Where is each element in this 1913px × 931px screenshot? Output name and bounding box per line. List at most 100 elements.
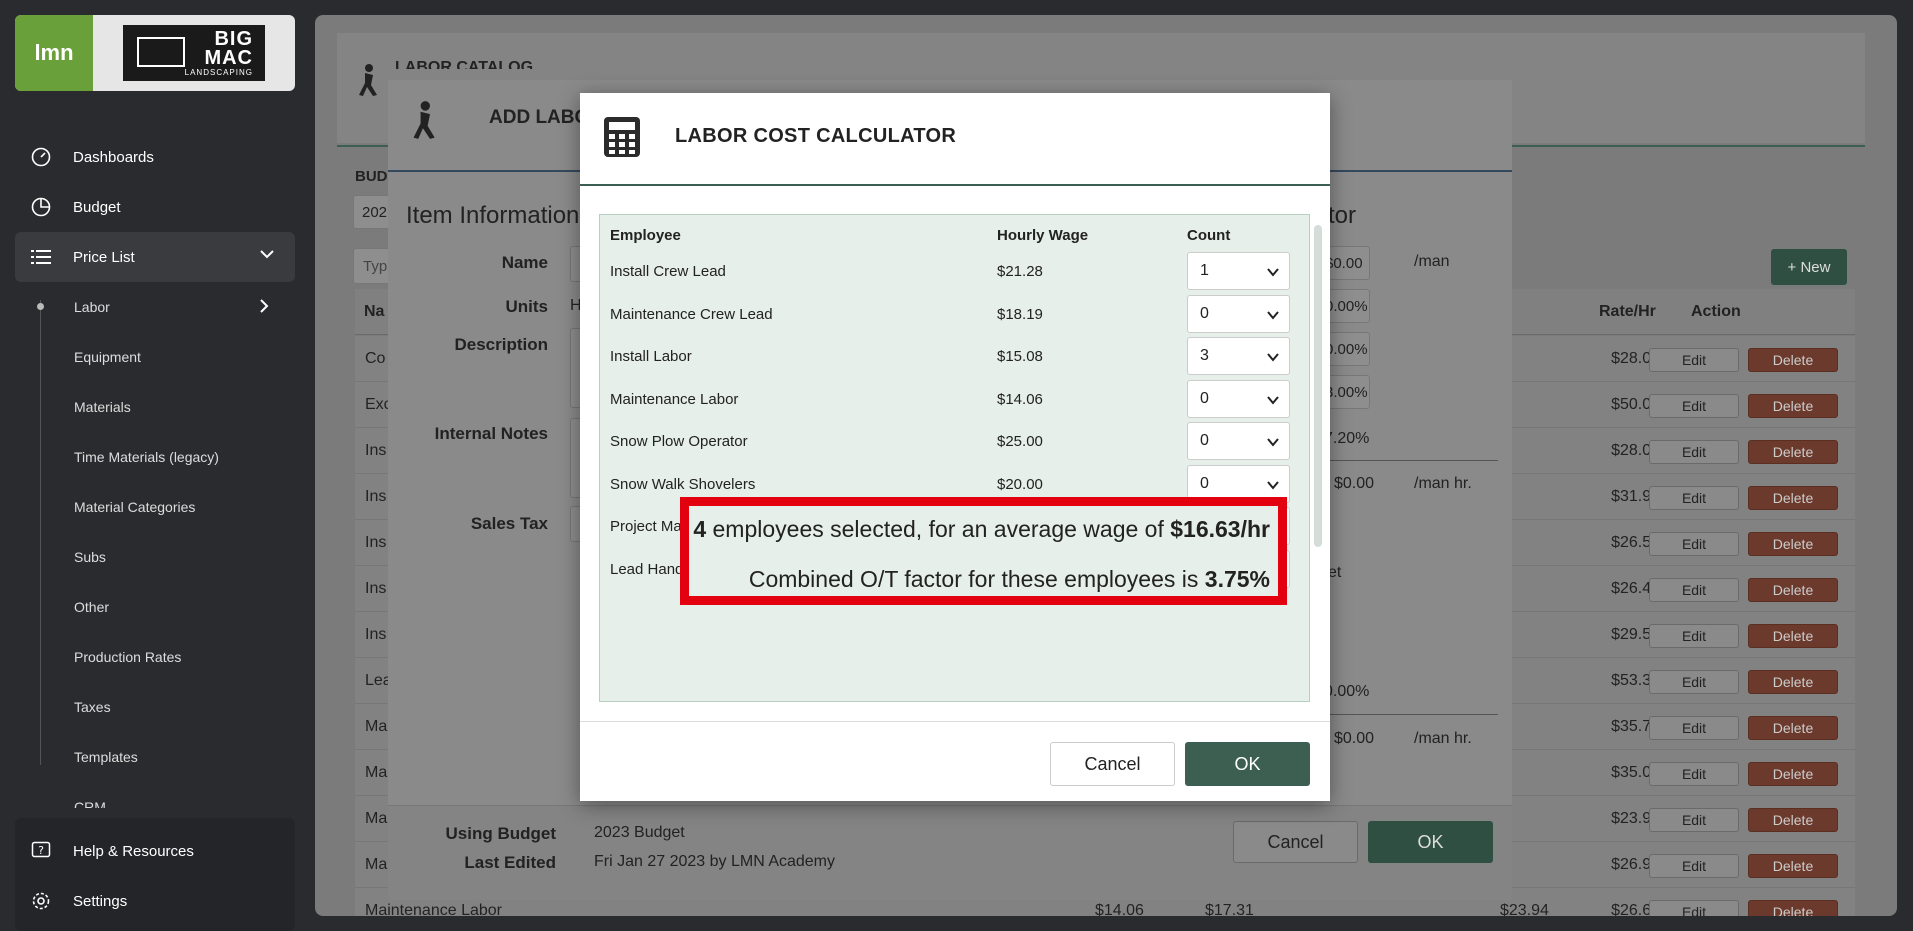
- delete-button[interactable]: Delete: [1748, 854, 1838, 878]
- row-rate: $53.33: [1611, 672, 1660, 689]
- scrollbar[interactable]: [1314, 225, 1322, 547]
- delete-button[interactable]: Delete: [1748, 348, 1838, 372]
- calculator-cancel-button[interactable]: Cancel: [1050, 742, 1175, 786]
- sidebar-item-help[interactable]: ? Help & Resources: [15, 826, 295, 876]
- logo-area[interactable]: lmn BIG MAC LANDSCAPING: [15, 15, 295, 91]
- delete-button[interactable]: Delete: [1748, 900, 1838, 916]
- employee-name: Maintenance Labor: [610, 390, 739, 408]
- chevron-down-icon: [1266, 308, 1280, 327]
- modal-footer: Using Budget 2023 Budget Last Edited Fri…: [388, 805, 1512, 900]
- employee-row: Install Labor $15.08 3: [600, 337, 1290, 379]
- edit-button[interactable]: Edit: [1649, 532, 1739, 556]
- edit-button[interactable]: Edit: [1649, 486, 1739, 510]
- edit-button[interactable]: Edit: [1649, 348, 1739, 372]
- calculator-ok-button[interactable]: OK: [1185, 742, 1310, 786]
- count-select[interactable]: 0: [1187, 294, 1290, 333]
- sidebar-sub-labor[interactable]: Labor: [74, 299, 110, 315]
- gear-icon: [29, 889, 53, 913]
- sidebar-item-settings[interactable]: Settings: [15, 876, 295, 926]
- sidebar-sub-equipment[interactable]: Equipment: [74, 349, 141, 365]
- edit-button[interactable]: Edit: [1649, 394, 1739, 418]
- column-header-action[interactable]: Action: [1691, 303, 1741, 321]
- svg-text:?: ?: [38, 844, 44, 857]
- sidebar-sub-taxes[interactable]: Taxes: [74, 699, 111, 715]
- row-rate: $26.97: [1611, 856, 1660, 873]
- edit-button[interactable]: Edit: [1649, 900, 1739, 916]
- sidebar-item-label: Price List: [73, 248, 135, 266]
- edit-button[interactable]: Edit: [1649, 716, 1739, 740]
- row-rate: $28.09: [1611, 350, 1660, 367]
- sidebar-sub-other[interactable]: Other: [74, 599, 109, 615]
- delete-button[interactable]: Delete: [1748, 532, 1838, 556]
- using-budget-label: Using Budget: [445, 824, 557, 843]
- employee-row: Maintenance Crew Lead $18.19 0: [600, 294, 1290, 337]
- sidebar-item-budget[interactable]: Budget: [15, 182, 295, 232]
- delete-button[interactable]: Delete: [1748, 716, 1838, 740]
- column-header-count: Count: [1187, 227, 1231, 244]
- row-cost: $23.94: [1500, 902, 1549, 916]
- row-cost: $17.31: [1205, 902, 1254, 916]
- delete-button[interactable]: Delete: [1748, 440, 1838, 464]
- sidebar-sub-material-categories[interactable]: Material Categories: [74, 499, 195, 515]
- submenu-line: [40, 300, 41, 765]
- lmn-logo[interactable]: lmn: [15, 15, 93, 91]
- edit-button[interactable]: Edit: [1649, 670, 1739, 694]
- delete-button[interactable]: Delete: [1748, 762, 1838, 786]
- column-header-rate[interactable]: Rate/Hr: [1599, 303, 1656, 321]
- company-logo: BIG MAC LANDSCAPING: [123, 25, 265, 81]
- delete-button[interactable]: Delete: [1748, 578, 1838, 602]
- count-select[interactable]: 0: [1187, 422, 1290, 460]
- page-title: LABOR CATALOG: [395, 59, 534, 69]
- calc-value: $0.00: [1334, 475, 1375, 492]
- sidebar-sub-materials[interactable]: Materials: [74, 399, 131, 415]
- sidebar-item-price-list[interactable]: Price List: [15, 232, 295, 282]
- column-header-name[interactable]: Na: [364, 303, 384, 321]
- row-name: Co: [365, 350, 386, 367]
- edit-button[interactable]: Edit: [1649, 440, 1739, 464]
- budget-label: BUD: [355, 168, 388, 185]
- sidebar-sub-production-rates[interactable]: Production Rates: [74, 649, 181, 665]
- row-rate: $26.46: [1611, 580, 1660, 597]
- edit-button[interactable]: Edit: [1649, 624, 1739, 648]
- new-button[interactable]: + New: [1771, 249, 1847, 285]
- internal-notes-label: Internal Notes: [434, 424, 548, 443]
- edit-button[interactable]: Edit: [1649, 808, 1739, 832]
- row-rate: $29.56: [1611, 626, 1660, 643]
- count-select[interactable]: 3: [1187, 337, 1290, 375]
- employee-wage: $25.00: [997, 433, 1043, 450]
- employee-name: Snow Walk Shovelers: [610, 475, 756, 493]
- row-name: Ma: [365, 810, 388, 827]
- summary-highlight: 4 employees selected, for an average wag…: [680, 497, 1287, 605]
- description-label: Description: [454, 335, 548, 354]
- calculator-icon: [604, 117, 640, 162]
- sidebar-sub-templates[interactable]: Templates: [74, 749, 138, 765]
- sidebar-sub-subs[interactable]: Subs: [74, 549, 106, 565]
- row-name: Ins: [365, 442, 387, 459]
- row-name: Ins: [365, 534, 387, 551]
- count-select[interactable]: 0: [1187, 379, 1290, 418]
- delete-button[interactable]: Delete: [1748, 624, 1838, 648]
- edit-button[interactable]: Edit: [1649, 762, 1739, 786]
- ok-button[interactable]: OK: [1368, 821, 1493, 863]
- ot-factor: 3.75%: [1204, 566, 1270, 592]
- delete-button[interactable]: Delete: [1748, 808, 1838, 832]
- sidebar-sub-crm[interactable]: CRM: [74, 799, 106, 808]
- edit-button[interactable]: Edit: [1649, 854, 1739, 878]
- employee-name: Lead Hand: [610, 560, 684, 578]
- help-icon: ?: [29, 839, 53, 863]
- delete-button[interactable]: Delete: [1748, 394, 1838, 418]
- row-name: Ma: [365, 764, 388, 781]
- sidebar-item-dashboards[interactable]: Dashboards: [15, 132, 295, 182]
- employee-wage: $21.28: [997, 263, 1043, 280]
- edit-button[interactable]: Edit: [1649, 578, 1739, 602]
- row-rate: $35.77: [1611, 718, 1660, 735]
- sidebar-sub-time-materials[interactable]: Time Materials (legacy): [74, 449, 219, 465]
- delete-button[interactable]: Delete: [1748, 486, 1838, 510]
- count-select[interactable]: 1: [1187, 252, 1290, 290]
- cancel-button[interactable]: Cancel: [1233, 821, 1358, 863]
- calc-value: $0.00: [1334, 730, 1375, 747]
- submenu-dot: [37, 303, 44, 310]
- units-label: Units: [505, 297, 549, 316]
- last-edited-label: Last Edited: [464, 853, 556, 872]
- delete-button[interactable]: Delete: [1748, 670, 1838, 694]
